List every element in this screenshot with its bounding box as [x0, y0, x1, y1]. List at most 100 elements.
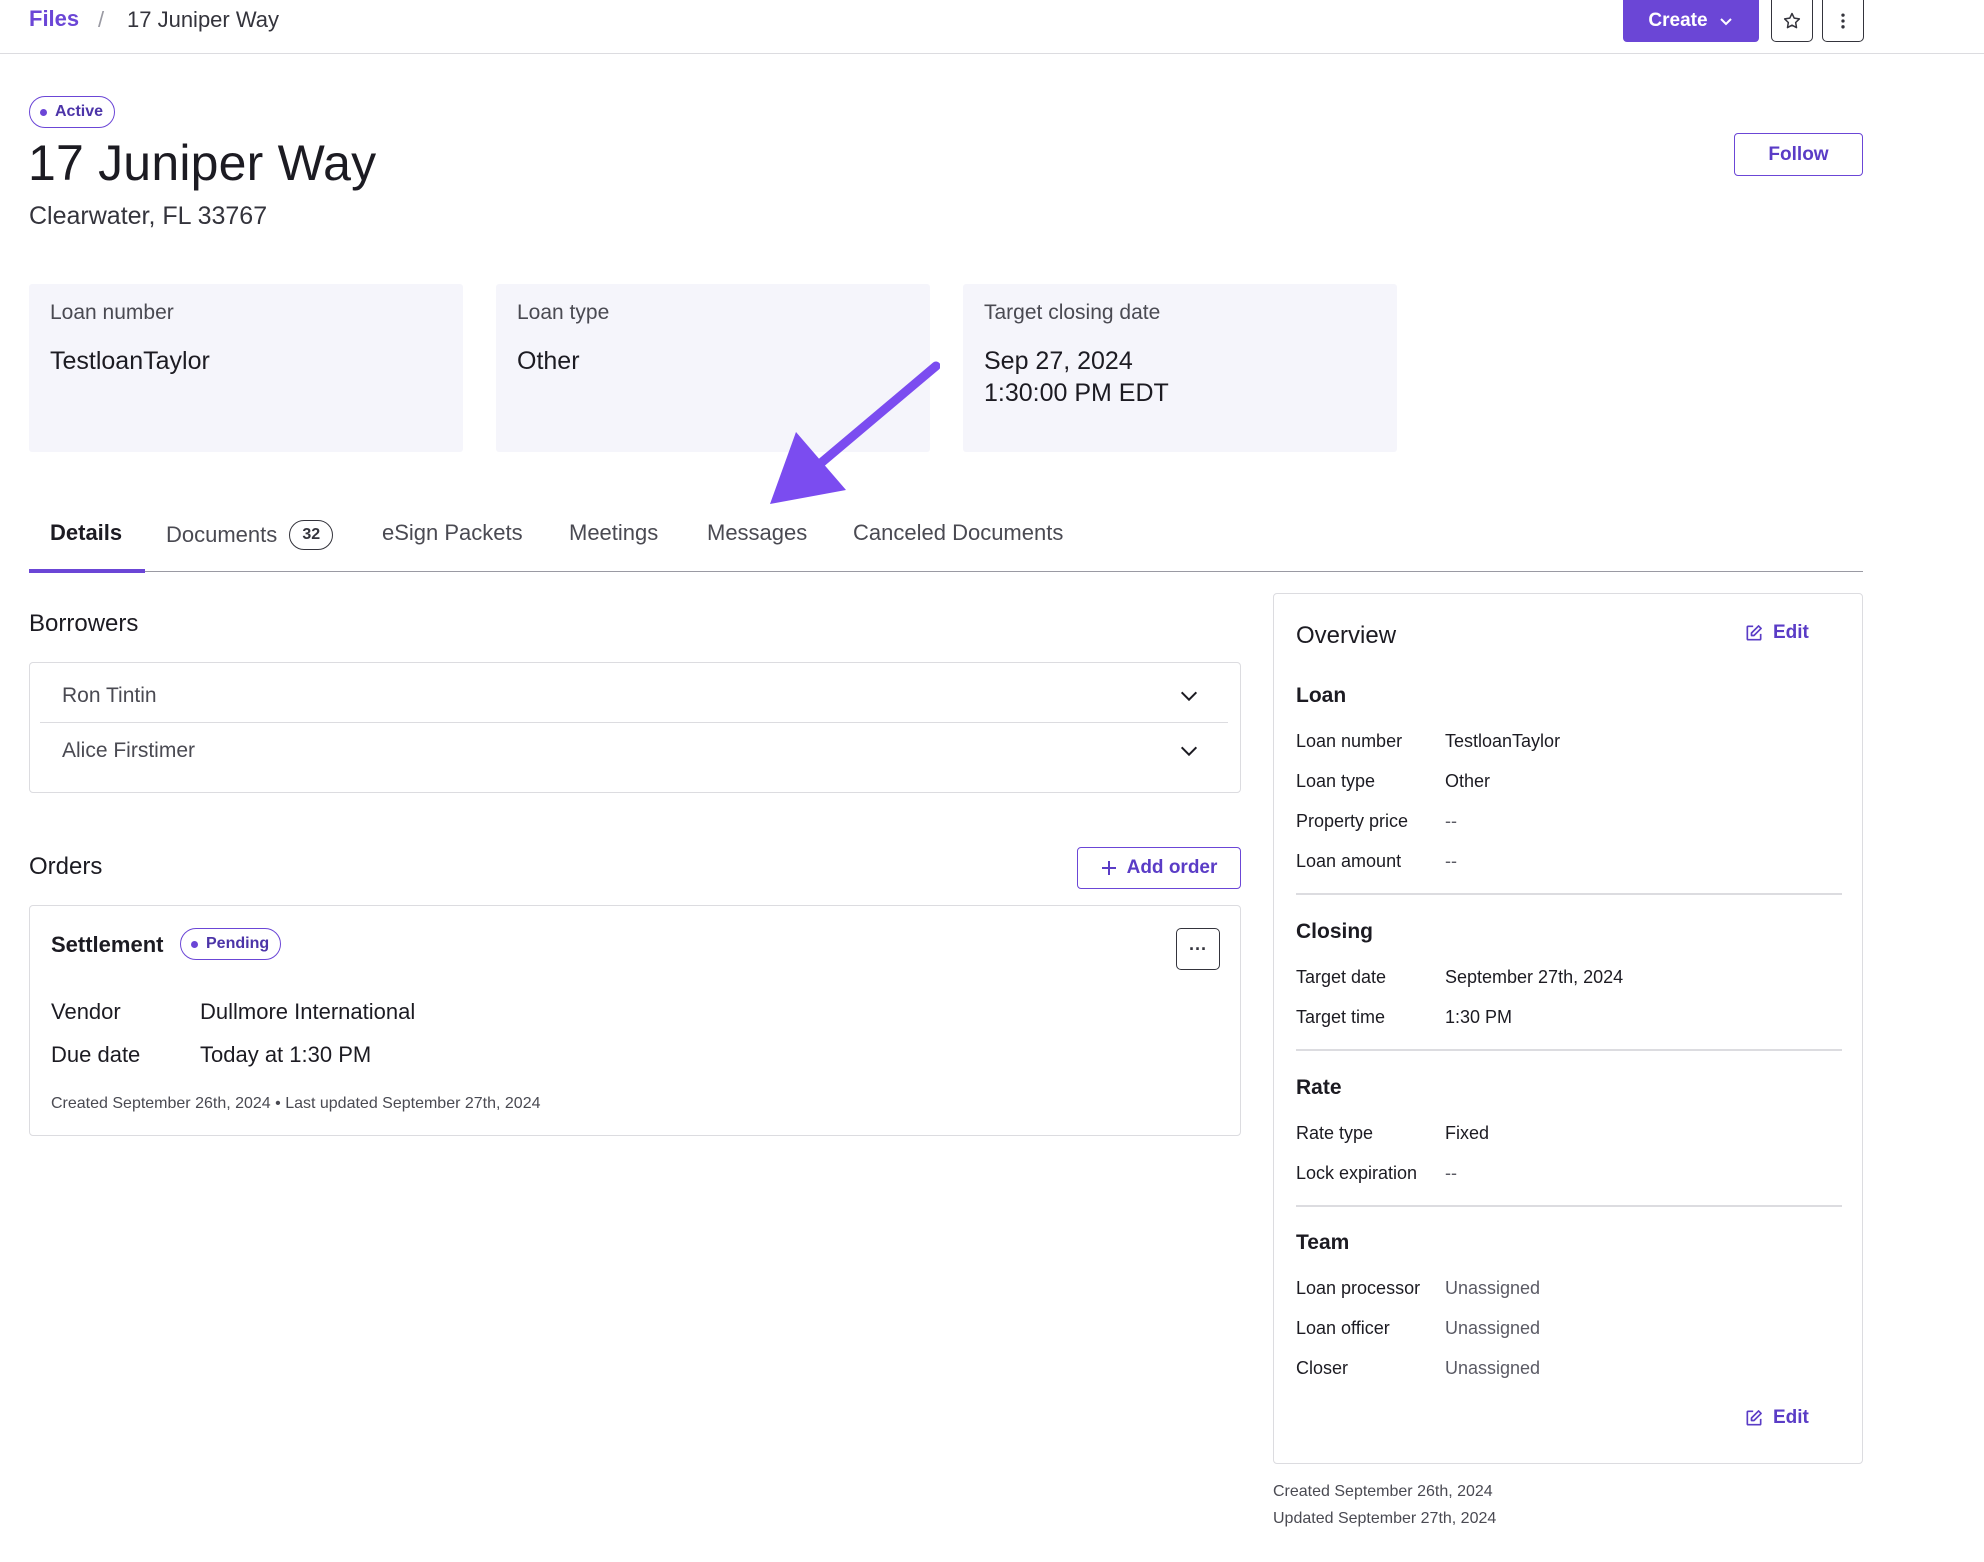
plus-icon — [1101, 861, 1116, 875]
tab-esign-packets[interactable]: eSign Packets — [382, 520, 523, 546]
overview-row-label: Loan type — [1296, 771, 1376, 791]
order-status-badge: Pending — [180, 928, 282, 960]
overview-row-label: Loan officer — [1296, 1318, 1390, 1338]
page-subtitle: Clearwater, FL 33767 — [29, 202, 268, 230]
edit-icon — [1746, 1410, 1762, 1426]
active-tab-indicator — [29, 569, 145, 573]
overview-divider — [1296, 1205, 1842, 1207]
breadcrumb-separator: / — [98, 7, 105, 32]
borrower-row[interactable]: Ron Tintin — [40, 669, 1228, 723]
overview-row-value: Unassigned — [1445, 1358, 1541, 1378]
order-more-button[interactable]: ··· — [1176, 928, 1220, 970]
overview-row-value: -- — [1445, 851, 1457, 871]
chevron-down-icon[interactable] — [1178, 740, 1200, 762]
loan-type-card-label: Loan type — [517, 301, 610, 324]
overview-panel: Overview Edit Loan Loan number TestloanT… — [1273, 593, 1863, 1464]
overview-edit-button-bottom[interactable]: Edit — [1744, 1407, 1809, 1429]
order-vendor-value: Dullmore International — [200, 999, 416, 1024]
file-updated-timestamp: Updated September 27th, 2024 — [1273, 1510, 1497, 1527]
overview-row-label: Loan number — [1296, 731, 1403, 751]
borrower-name: Ron Tintin — [62, 683, 157, 707]
overview-divider — [1296, 893, 1842, 895]
overview-row-label: Lock expiration — [1296, 1163, 1418, 1183]
add-order-label: Add order — [1126, 857, 1218, 878]
overview-row-label: Property price — [1296, 811, 1409, 831]
tab-details-label: Details — [50, 520, 123, 545]
overview-row-value: Fixed — [1445, 1123, 1490, 1143]
tab-meetings[interactable]: Meetings — [569, 520, 658, 546]
status-label: Active — [55, 103, 104, 120]
status-dot-icon — [40, 108, 47, 116]
order-due-label: Due date — [51, 1042, 141, 1067]
overview-edit-button[interactable]: Edit — [1744, 622, 1809, 644]
tab-bar: Details Documents 32 eSign Packets Meeti… — [29, 508, 1863, 573]
breadcrumb-current: 17 Juniper Way — [127, 7, 280, 32]
overview-row-value: 1:30 PM — [1445, 1007, 1513, 1027]
tab-details[interactable]: Details — [50, 520, 122, 546]
overview-edit-label: Edit — [1773, 1407, 1809, 1428]
target-closing-card: Target closing date Sep 27, 2024 1:30:00… — [963, 284, 1397, 452]
overview-closing-heading: Closing — [1296, 920, 1373, 943]
edit-icon — [1746, 625, 1762, 641]
order-vendor-label: Vendor — [51, 999, 121, 1024]
overview-row-value: September 27th, 2024 — [1445, 967, 1624, 987]
tab-documents[interactable]: Documents 32 — [166, 520, 334, 550]
status-badge: Active — [29, 96, 116, 128]
order-due-value: Today at 1:30 PM — [200, 1042, 372, 1067]
overview-divider — [1296, 1049, 1842, 1051]
loan-number-card-value: TestloanTaylor — [50, 347, 210, 375]
overview-edit-label: Edit — [1773, 622, 1809, 643]
borrower-row[interactable]: Alice Firstimer — [40, 724, 1228, 778]
overview-row-value: -- — [1445, 811, 1457, 831]
page-title: 17 Juniper Way — [28, 135, 377, 191]
annotation-arrow-icon — [770, 361, 940, 504]
more-vertical-icon — [1841, 13, 1845, 28]
overview-team-heading: Team — [1296, 1231, 1350, 1254]
target-closing-card-time: 1:30:00 PM EDT — [984, 379, 1169, 407]
chevron-down-icon[interactable] — [1178, 685, 1200, 707]
overview-row-label: Closer — [1296, 1358, 1349, 1378]
borrowers-list: Ron Tintin Alice Firstimer — [29, 662, 1241, 793]
documents-count-badge: 32 — [289, 520, 334, 550]
order-title: Settlement — [51, 932, 164, 957]
tab-esign-packets-label: eSign Packets — [382, 520, 523, 545]
orders-heading: Orders — [29, 853, 103, 880]
favorite-button[interactable] — [1771, 0, 1813, 42]
create-button-label: Create — [1648, 10, 1708, 31]
tab-messages[interactable]: Messages — [707, 520, 807, 546]
breadcrumb-files-link[interactable]: Files — [29, 6, 79, 32]
overview-row-value: -- — [1445, 1163, 1457, 1183]
tab-meetings-label: Meetings — [569, 520, 659, 545]
overview-row-value: Other — [1445, 771, 1491, 791]
tab-messages-label: Messages — [707, 520, 808, 545]
overview-row-label: Loan amount — [1296, 851, 1402, 871]
star-icon — [1783, 12, 1801, 28]
order-status-label: Pending — [206, 935, 270, 952]
top-bar: Files / 17 Juniper Way Create — [0, 0, 1984, 54]
overview-loan-heading: Loan — [1296, 684, 1347, 707]
overview-row-value: Unassigned — [1445, 1318, 1541, 1338]
overview-row-value: TestloanTaylor — [1445, 731, 1561, 751]
create-button[interactable]: Create — [1623, 0, 1759, 42]
target-closing-card-date: Sep 27, 2024 — [984, 347, 1133, 375]
order-timestamps: Created September 26th, 2024 • Last upda… — [51, 1095, 541, 1112]
status-dot-icon — [191, 940, 198, 948]
borrower-name: Alice Firstimer — [62, 739, 196, 762]
overview-row-label: Target time — [1296, 1007, 1386, 1027]
overview-title: Overview — [1296, 622, 1397, 649]
tab-documents-label: Documents — [166, 522, 278, 547]
order-card: Settlement Pending ··· Vendor Dullmore I… — [29, 905, 1241, 1136]
borrowers-heading: Borrowers — [29, 610, 139, 637]
overview-row-label: Target date — [1296, 967, 1387, 987]
tab-canceled-documents[interactable]: Canceled Documents — [853, 520, 1063, 546]
overview-row-label: Rate type — [1296, 1123, 1374, 1143]
add-order-button[interactable]: Add order — [1077, 847, 1241, 889]
loan-number-card: Loan number TestloanTaylor — [29, 284, 463, 452]
more-options-button[interactable] — [1822, 0, 1864, 42]
overview-rate-heading: Rate — [1296, 1076, 1342, 1099]
tab-canceled-documents-label: Canceled Documents — [853, 520, 1064, 545]
follow-button[interactable]: Follow — [1734, 133, 1863, 176]
overview-row-label: Loan processor — [1296, 1278, 1421, 1298]
target-closing-card-label: Target closing date — [984, 301, 1161, 324]
file-created-timestamp: Created September 26th, 2024 — [1273, 1483, 1493, 1500]
